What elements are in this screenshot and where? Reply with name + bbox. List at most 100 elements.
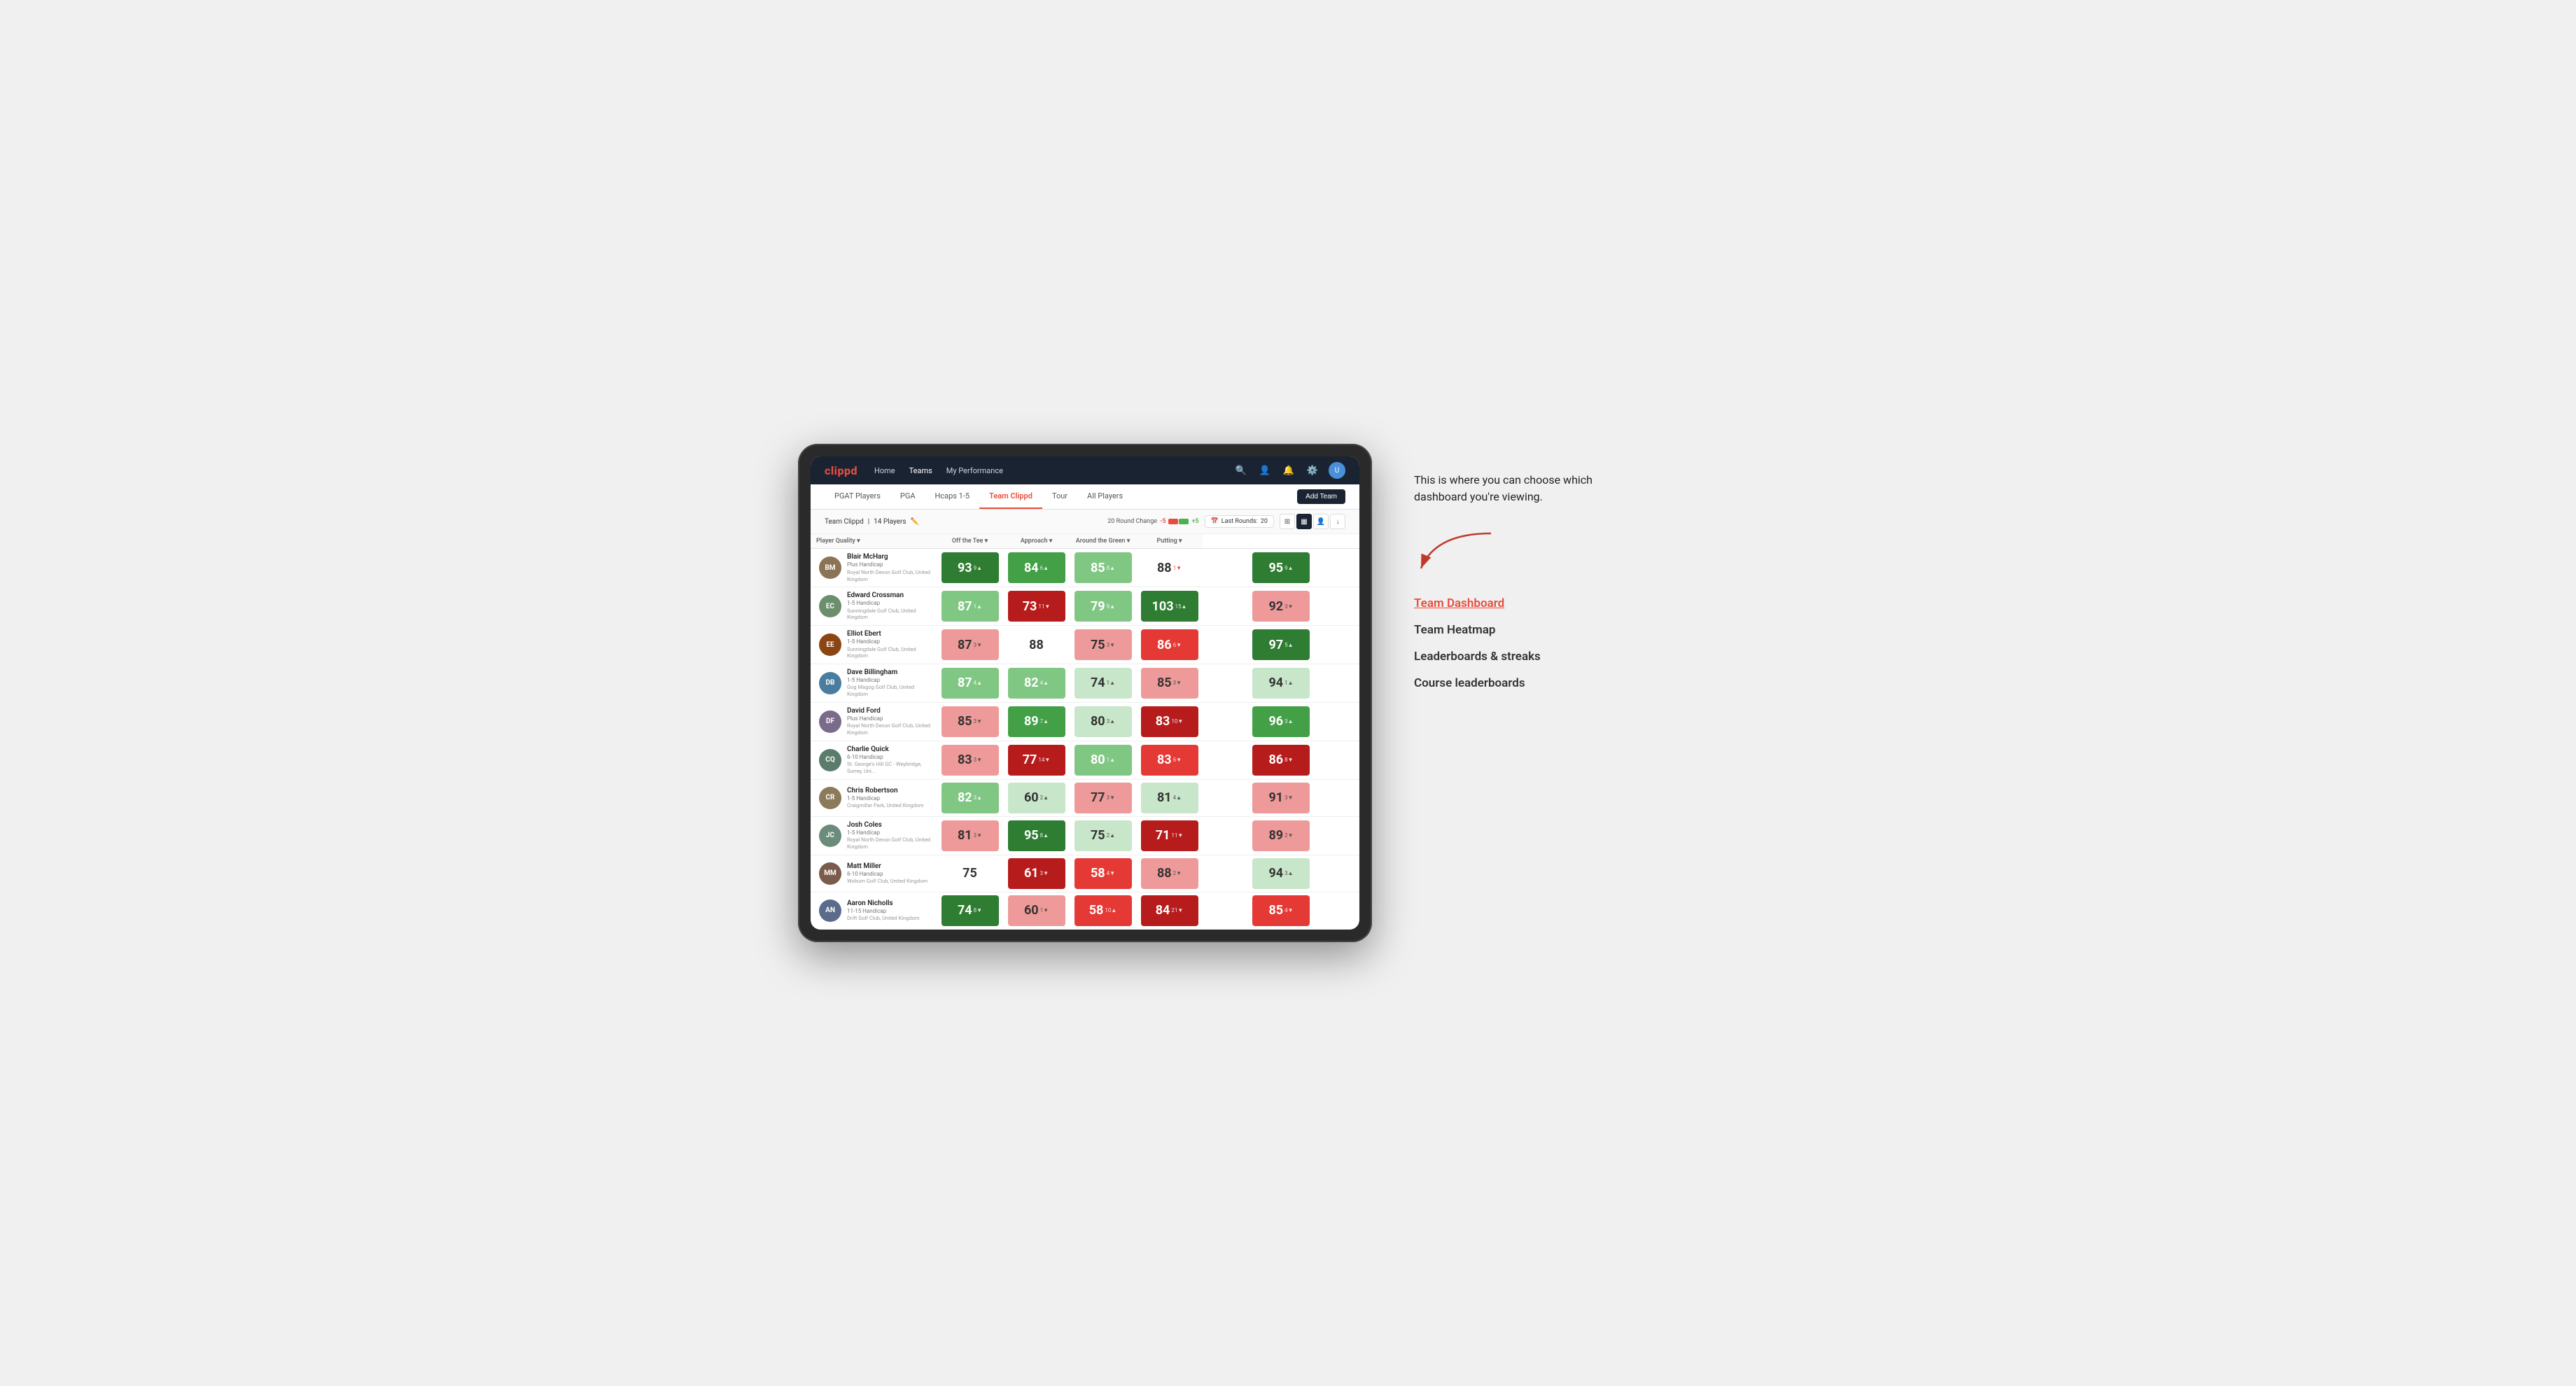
score-cell[interactable]: 601▼ <box>1003 892 1070 929</box>
option-course-leaderboards[interactable]: Course leaderboards <box>1414 676 1624 690</box>
score-change: 3▲ <box>1107 718 1115 724</box>
score-cell[interactable]: 959▲ <box>1203 549 1359 587</box>
score-cell[interactable]: 836▼ <box>1136 741 1203 779</box>
score-cell[interactable]: 7311▼ <box>1003 587 1070 626</box>
score-cell[interactable]: 752▲ <box>1070 816 1136 855</box>
score-cell[interactable]: 943▲ <box>1203 855 1359 892</box>
add-team-button[interactable]: Add Team <box>1297 489 1345 504</box>
score-value: 58 <box>1089 903 1104 918</box>
last-rounds-selector[interactable]: 📅 Last Rounds: 20 <box>1205 515 1274 528</box>
option-team-dashboard[interactable]: Team Dashboard <box>1414 596 1624 610</box>
search-icon[interactable]: 🔍 <box>1233 463 1249 478</box>
nav-link-teams[interactable]: Teams <box>909 466 932 475</box>
score-cell[interactable]: 941▲ <box>1203 664 1359 703</box>
player-club: Woburn Golf Club, United Kingdom <box>847 878 927 885</box>
score-cell[interactable]: 853▼ <box>937 702 1003 741</box>
score-cell[interactable]: 8421▼ <box>1136 892 1203 929</box>
score-cell[interactable]: 8310▼ <box>1136 702 1203 741</box>
score-cell[interactable]: 913▼ <box>1203 779 1359 816</box>
score-cell[interactable]: 602▲ <box>1003 779 1070 816</box>
score-value: 103 <box>1152 599 1174 614</box>
table-row[interactable]: BMBlair McHargPlus HandicapRoyal North D… <box>811 549 1359 587</box>
score-change: 4▲ <box>974 680 982 686</box>
col-header-around-green[interactable]: Around the Green ▾ <box>1070 534 1136 549</box>
table-row[interactable]: ANAaron Nicholls11-15 HandicapDrift Golf… <box>811 892 1359 929</box>
score-cell[interactable]: 858▲ <box>1070 549 1136 587</box>
tab-pga[interactable]: PGA <box>890 484 925 509</box>
option-leaderboards[interactable]: Leaderboards & streaks <box>1414 650 1624 664</box>
heatmap-view-button[interactable]: ▦ <box>1296 514 1312 529</box>
score-cell[interactable]: 753▼ <box>1070 626 1136 664</box>
col-header-approach[interactable]: Approach ▾ <box>1003 534 1070 549</box>
nav-link-my-performance[interactable]: My Performance <box>946 466 1003 475</box>
score-cell[interactable]: 741▲ <box>1070 664 1136 703</box>
score-cell[interactable]: 846▲ <box>1003 549 1070 587</box>
col-header-off-tee[interactable]: Off the Tee ▾ <box>937 534 1003 549</box>
score-cell[interactable]: 871▲ <box>937 587 1003 626</box>
tab-pgat[interactable]: PGAT Players <box>825 484 890 509</box>
score-cell[interactable]: 873▼ <box>937 626 1003 664</box>
score-cell[interactable]: 854▼ <box>1203 892 1359 929</box>
table-row[interactable]: MMMatt Miller6-10 HandicapWoburn Golf Cl… <box>811 855 1359 892</box>
table-row[interactable]: DBDave Billingham1-5 HandicapGog Magog G… <box>811 664 1359 703</box>
score-cell[interactable]: 613▼ <box>1003 855 1070 892</box>
score-cell[interactable]: 5810▲ <box>1070 892 1136 929</box>
score-cell[interactable]: 801▲ <box>1070 741 1136 779</box>
score-cell[interactable]: 584▼ <box>1070 855 1136 892</box>
score-cell[interactable]: 882▼ <box>1136 855 1203 892</box>
score-cell[interactable]: 773▼ <box>1070 779 1136 816</box>
avatar[interactable]: U <box>1329 462 1345 479</box>
score-cell[interactable]: 963▲ <box>1203 702 1359 741</box>
score-cell[interactable]: 868▼ <box>1203 741 1359 779</box>
table-row[interactable]: JCJosh Coles1-5 HandicapRoyal North Devo… <box>811 816 1359 855</box>
tab-tour[interactable]: Tour <box>1042 484 1077 509</box>
table-row[interactable]: ECEdward Crossman1-5 HandicapSunningdale… <box>811 587 1359 626</box>
score-cell[interactable]: 958▲ <box>1003 816 1070 855</box>
col-header-putting[interactable]: Putting ▾ <box>1136 534 1203 549</box>
score-cell[interactable]: 803▲ <box>1070 702 1136 741</box>
score-cell[interactable]: 748▼ <box>937 892 1003 929</box>
option-team-heatmap[interactable]: Team Heatmap <box>1414 623 1624 637</box>
score-cell[interactable]: 10315▲ <box>1136 587 1203 626</box>
settings-icon[interactable]: ⚙️ <box>1305 463 1320 478</box>
score-cell[interactable]: 799▲ <box>1070 587 1136 626</box>
nav-link-home[interactable]: Home <box>874 466 895 475</box>
table-row[interactable]: CQCharlie Quick6-10 HandicapSt. George's… <box>811 741 1359 779</box>
table-row[interactable]: EEElliot Ebert1-5 HandicapSunningdale Go… <box>811 626 1359 664</box>
score-cell[interactable]: 939▲ <box>937 549 1003 587</box>
score-cell[interactable]: 7714▼ <box>1003 741 1070 779</box>
score-cell[interactable]: 75 <box>937 855 1003 892</box>
tab-hcaps[interactable]: Hcaps 1-5 <box>925 484 980 509</box>
score-value: 82 <box>1024 676 1039 690</box>
score-cell[interactable]: 853▼ <box>1136 664 1203 703</box>
tablet-screen: clippd Home Teams My Performance 🔍 👤 🔔 ⚙… <box>811 456 1359 929</box>
score-cell[interactable]: 833▼ <box>937 741 1003 779</box>
score-cell[interactable]: 892▼ <box>1203 816 1359 855</box>
person-view-button[interactable]: 👤 <box>1313 514 1329 529</box>
score-cell[interactable]: 923▼ <box>1203 587 1359 626</box>
score-cell[interactable]: 881▼ <box>1136 549 1203 587</box>
score-cell[interactable]: 823▲ <box>937 779 1003 816</box>
score-cell[interactable]: 814▲ <box>1136 779 1203 816</box>
grid-view-button[interactable]: ⊞ <box>1280 514 1295 529</box>
tab-team-clippd[interactable]: Team Clippd <box>979 484 1042 509</box>
download-button[interactable]: ↓ <box>1330 514 1345 529</box>
tab-all-players[interactable]: All Players <box>1077 484 1133 509</box>
edit-icon[interactable]: ✏️ <box>911 518 919 526</box>
score-cell[interactable]: 824▲ <box>1003 664 1070 703</box>
player-handicap: 1-5 Handicap <box>847 830 931 836</box>
score-cell[interactable]: 7111▼ <box>1136 816 1203 855</box>
person-icon[interactable]: 👤 <box>1257 463 1273 478</box>
score-cell[interactable]: 88 <box>1003 626 1070 664</box>
score-value: 71 <box>1156 828 1170 843</box>
score-cell[interactable]: 866▼ <box>1136 626 1203 664</box>
score-value: 88 <box>1029 638 1044 652</box>
score-cell[interactable]: 813▼ <box>937 816 1003 855</box>
score-cell[interactable]: 874▲ <box>937 664 1003 703</box>
table-row[interactable]: CRChris Robertson1-5 HandicapCraigmillar… <box>811 779 1359 816</box>
score-cell[interactable]: 975▲ <box>1203 626 1359 664</box>
bell-icon[interactable]: 🔔 <box>1281 463 1296 478</box>
score-cell[interactable]: 897▲ <box>1003 702 1070 741</box>
table-row[interactable]: DFDavid FordPlus HandicapRoyal North Dev… <box>811 702 1359 741</box>
col-header-player[interactable]: Player Quality ▾ <box>811 534 937 549</box>
